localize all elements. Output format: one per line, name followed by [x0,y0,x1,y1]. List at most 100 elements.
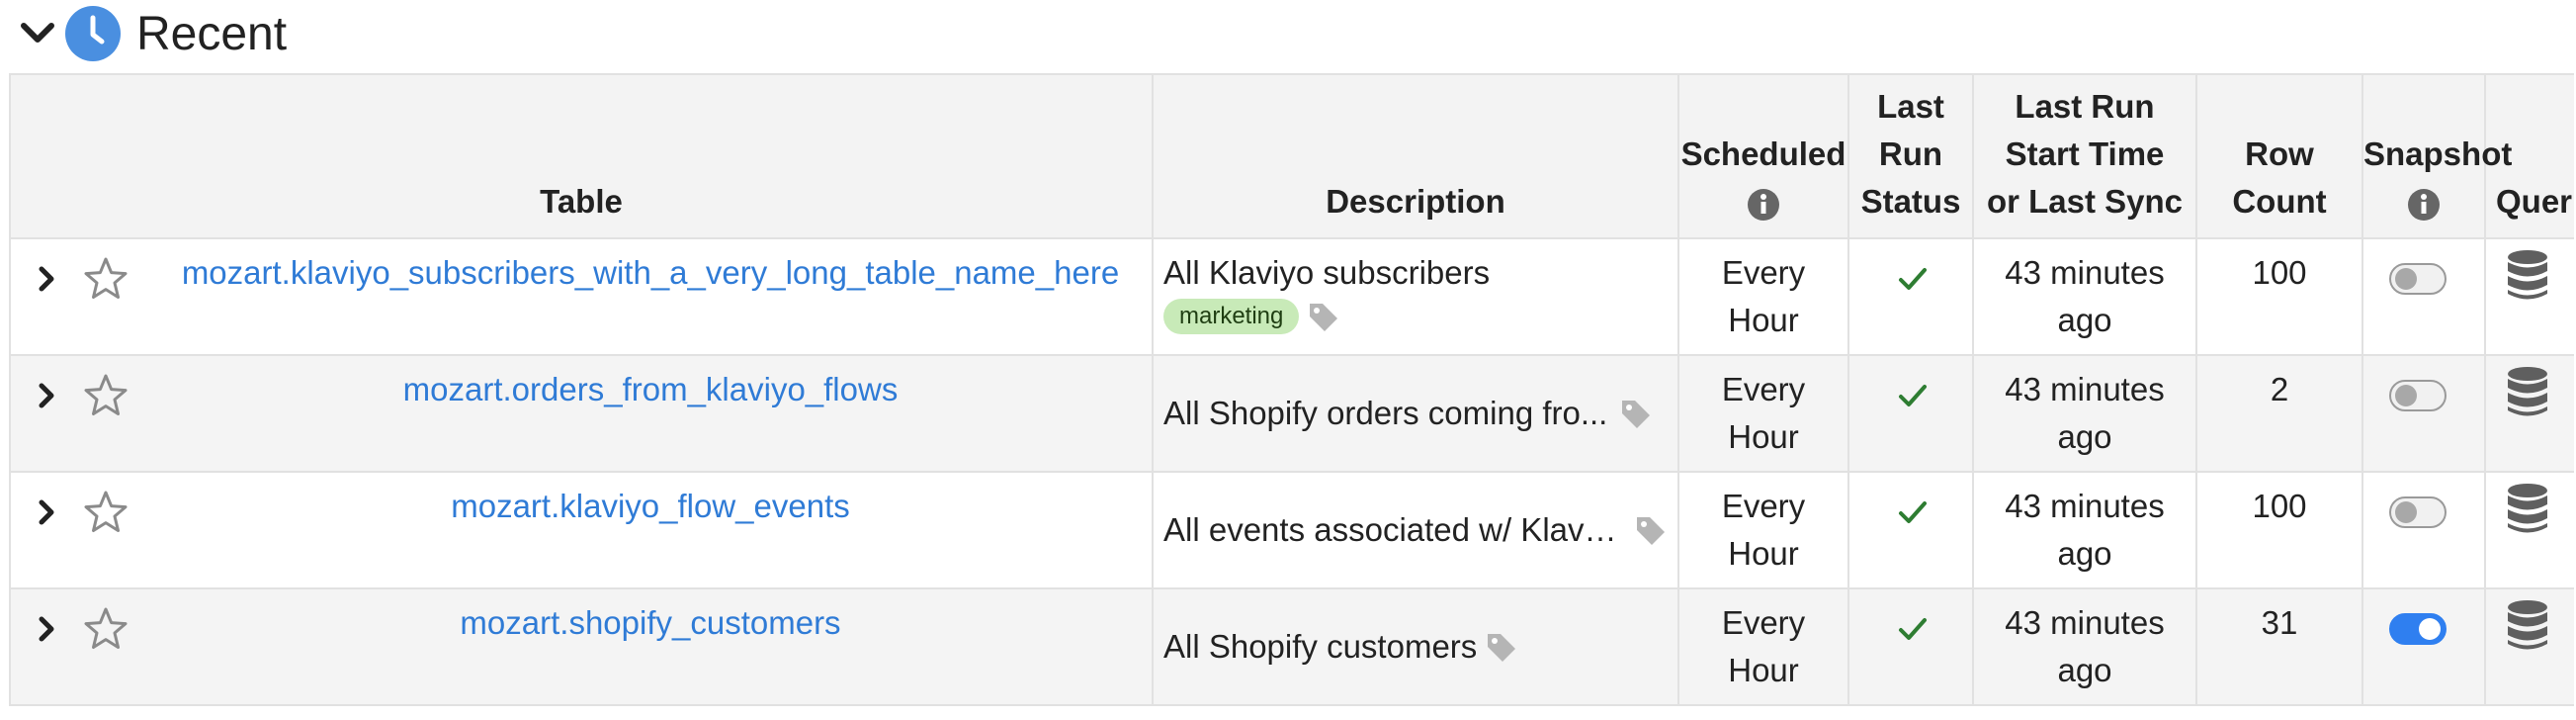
tag-icon[interactable] [1485,630,1518,664]
status-cell [1849,473,1974,587]
tag-pill[interactable]: marketing [1163,299,1300,334]
database-icon[interactable] [2506,366,2549,417]
column-header-description[interactable]: Description [1154,75,1679,237]
database-icon[interactable] [2506,249,2549,301]
column-header-last-run-status-line-1: Last [1877,88,1944,125]
last-run-line-2: ago [2057,652,2112,688]
row-count-value: 2 [2270,371,2289,407]
column-header-row-count[interactable]: Row Count [2197,75,2363,237]
table-name-link[interactable]: mozart.klaviyo_flow_events [159,483,1142,530]
row-count-value: 100 [2252,488,2307,524]
column-header-snapshot-label: Snapshot [2363,135,2513,172]
description-text: All Shopify orders coming fro... [1163,395,1608,431]
snapshot-toggle[interactable] [2389,613,2447,645]
last-run-line-1: 43 minutes [2005,604,2165,641]
table-name-link[interactable]: mozart.shopify_customers [159,599,1142,647]
check-icon [1897,496,1929,528]
table-row: mozart.orders_from_klaviyo_flows All Sho… [11,356,2574,473]
tag-icon[interactable] [1619,397,1653,430]
column-header-query-label: Quer [2496,183,2573,220]
star-icon[interactable] [82,489,129,536]
table-row: mozart.klaviyo_flow_events All events as… [11,473,2574,589]
description-text: All events associated w/ Klaviy... [1163,511,1622,548]
database-icon[interactable] [2506,483,2549,534]
table-name-link[interactable]: mozart.klaviyo_subscribers_with_a_very_l… [159,249,1142,297]
scheduled-cell: Every Hour [1679,473,1849,587]
schedule-line-2: Hour [1728,418,1799,455]
scheduled-cell: Every Hour [1679,589,1849,704]
last-run-line-1: 43 minutes [2005,488,2165,524]
column-header-last-run-status[interactable]: Last Run Status [1849,75,1974,237]
snapshot-toggle[interactable] [2389,380,2447,411]
snapshot-cell [2363,589,2486,704]
last-run-line-2: ago [2057,302,2112,338]
column-header-scheduled-label: Scheduled [1680,135,1846,172]
section-title: Recent [136,7,288,60]
snapshot-toggle[interactable] [2389,496,2447,528]
column-header-last-run-start-line-3: or Last Sync [1986,183,2184,220]
column-header-row-count-line-1: Row [2245,135,2314,172]
star-icon[interactable] [82,605,129,653]
table-row: mozart.shopify_customers All Shopify cus… [11,589,2574,704]
description-text: All Klaviyo subscribers [1163,254,1491,291]
column-header-row-count-line-2: Count [2232,183,2327,220]
status-cell [1849,239,1974,354]
column-header-table[interactable]: Table [11,75,1154,237]
row-count-value: 100 [2252,254,2307,291]
snapshot-toggle[interactable] [2389,263,2447,295]
row-count-cell: 31 [2197,589,2363,704]
description-cell: All events associated w/ Klaviy... [1154,473,1679,587]
database-icon[interactable] [2506,599,2549,651]
last-run-line-2: ago [2057,535,2112,572]
description-cell: All Klaviyo subscribers marketing [1154,239,1679,354]
last-run-cell: 43 minutes ago [1974,239,2197,354]
query-cell [2486,473,2574,587]
recent-tables-grid: Table Description Scheduled Last Run Sta… [9,73,2574,706]
info-icon[interactable] [2407,187,2441,222]
column-header-query[interactable]: Quer [2486,75,2574,237]
snapshot-cell [2363,356,2486,471]
last-run-cell: 43 minutes ago [1974,356,2197,471]
column-header-scheduled[interactable]: Scheduled [1679,75,1849,237]
table-name-cell: mozart.klaviyo_flow_events [11,473,1154,587]
schedule-line-1: Every [1721,371,1806,407]
check-icon [1897,380,1929,411]
table-name-link[interactable]: mozart.orders_from_klaviyo_flows [159,366,1142,413]
last-run-line-1: 43 minutes [2005,254,2165,291]
table-row: mozart.klaviyo_subscribers_with_a_very_l… [11,239,2574,356]
query-cell [2486,356,2574,471]
row-count-cell: 100 [2197,239,2363,354]
info-icon[interactable] [1747,187,1780,222]
section-header: Recent [16,4,287,63]
column-header-last-run-status-line-3: Status [1860,183,1961,220]
last-run-line-1: 43 minutes [2005,371,2165,407]
tag-icon[interactable] [1307,300,1340,333]
column-header-snapshot[interactable]: Snapshot [2363,75,2513,237]
chevron-right-icon[interactable] [37,498,58,526]
snapshot-cell [2363,473,2486,587]
table-name-cell: mozart.shopify_customers [11,589,1154,704]
last-run-cell: 43 minutes ago [1974,473,2197,587]
chevron-right-icon[interactable] [37,265,58,293]
column-header-last-run-start-line-2: Start Time [2005,135,2165,172]
schedule-line-1: Every [1721,254,1806,291]
star-icon[interactable] [82,372,129,419]
tag-icon[interactable] [1634,513,1668,547]
check-icon [1897,613,1929,645]
table-name-cell: mozart.orders_from_klaviyo_flows [11,356,1154,471]
column-header-last-run-start[interactable]: Last Run Start Time or Last Sync [1974,75,2197,237]
schedule-line-1: Every [1721,604,1806,641]
table-header-row: Table Description Scheduled Last Run Sta… [11,75,2574,239]
chevron-right-icon[interactable] [37,615,58,643]
schedule-line-2: Hour [1728,652,1799,688]
chevron-right-icon[interactable] [37,382,58,409]
star-icon[interactable] [82,255,129,303]
description-cell: All Shopify orders coming fro... [1154,356,1679,471]
table-name-cell: mozart.klaviyo_subscribers_with_a_very_l… [11,239,1154,354]
chevron-down-icon[interactable] [16,14,59,53]
description-text: All Shopify customers [1163,628,1478,665]
schedule-line-1: Every [1721,488,1806,524]
last-run-line-2: ago [2057,418,2112,455]
description-cell: All Shopify customers [1154,589,1679,704]
last-run-cell: 43 minutes ago [1974,589,2197,704]
